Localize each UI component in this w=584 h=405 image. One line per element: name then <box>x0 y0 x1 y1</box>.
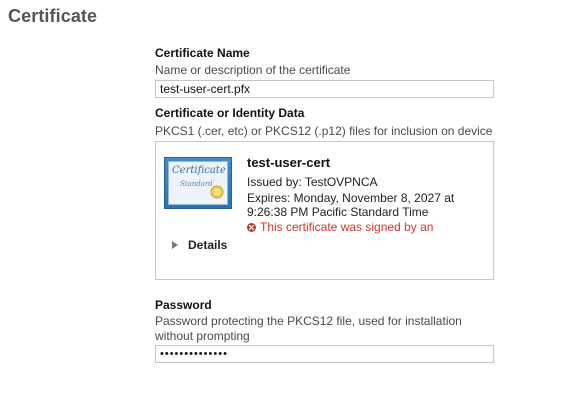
certificate-thumbnail-icon: Certificate Standard <box>165 158 231 208</box>
password-description-line-1: Password protecting the PKCS12 file, use… <box>155 314 462 328</box>
certificate-drop-box[interactable]: Certificate Standard test-user-cert Issu… <box>155 141 494 280</box>
password-label: Password <box>155 298 212 312</box>
certificate-name-label: Certificate Name <box>155 46 250 60</box>
certificate-expiry-line-1: Expires: Monday, November 8, 2027 at <box>247 191 455 205</box>
password-description-line-2: without prompting <box>155 329 250 343</box>
details-disclosure[interactable]: Details <box>172 238 227 252</box>
certificate-name-description: Name or description of the certificate <box>155 63 351 77</box>
disclosure-triangle-icon[interactable] <box>172 241 178 249</box>
certificate-seal-icon <box>210 185 224 199</box>
certificate-thumbnail-title: Certificate <box>172 165 226 176</box>
page-title: Certificate <box>8 6 98 26</box>
password-input[interactable]: •••••••••••••• <box>155 345 494 363</box>
certificate-expiry-line-2: 9:26:38 PM Pacific Standard Time <box>247 205 429 219</box>
certificate-name-input[interactable]: test-user-cert.pfx <box>155 80 494 98</box>
identity-data-label: Certificate or Identity Data <box>155 106 305 120</box>
certificate-thumbnail-subtitle: Standard <box>180 180 213 188</box>
error-circle-x-icon <box>247 222 256 232</box>
details-label: Details <box>188 238 228 252</box>
certificate-name: test-user-cert <box>247 155 331 170</box>
certificate-warning: This certificate was signed by an <box>247 220 433 234</box>
certificate-warning-text: This certificate was signed by an <box>260 220 434 234</box>
certificate-issuer: Issued by: TestOVPNCA <box>247 175 378 189</box>
identity-data-description: PKCS1 (.cer, etc) or PKCS12 (.p12) files… <box>155 124 493 138</box>
